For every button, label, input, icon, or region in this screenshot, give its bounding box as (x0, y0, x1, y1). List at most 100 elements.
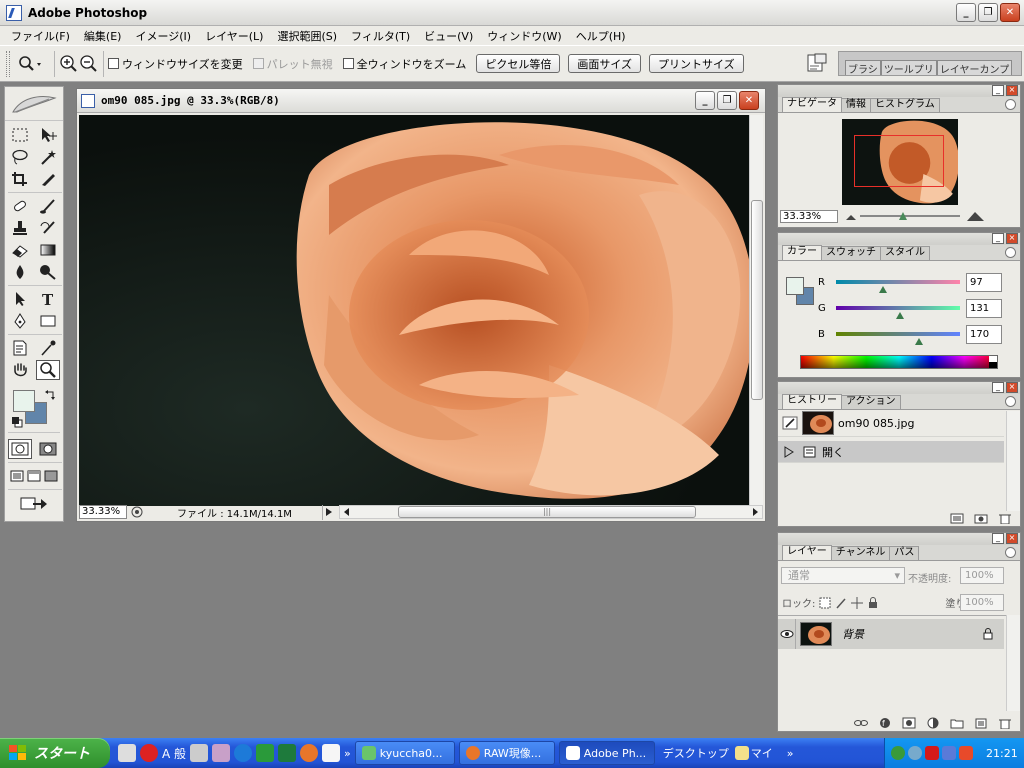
tab-color[interactable]: カラー (782, 245, 822, 260)
healing-brush-tool-icon[interactable] (8, 196, 32, 216)
internet-explorer-icon[interactable] (234, 744, 253, 762)
taskbar-button-photoshop[interactable]: Adobe Ph... (558, 741, 655, 765)
full-screen-mode-icon[interactable] (44, 470, 58, 482)
history-brush-source-icon[interactable] (782, 416, 798, 430)
palette-minimize-button[interactable]: _ (992, 533, 1004, 544)
layer-visibility-eye-icon[interactable] (778, 619, 796, 649)
new-layer-group-icon[interactable] (950, 717, 964, 729)
menu-view[interactable]: ビュー(V) (417, 28, 480, 44)
ime-icon[interactable] (140, 744, 158, 762)
tab-actions[interactable]: アクション (841, 395, 901, 409)
default-colors-icon[interactable] (11, 416, 23, 428)
palette-menu-icon[interactable] (1005, 396, 1016, 407)
navigator-zoom-slider[interactable] (860, 210, 960, 222)
keyboard-icon[interactable] (118, 744, 136, 762)
ime-pad-icon[interactable] (212, 744, 231, 762)
red-value-field[interactable]: 97 (966, 273, 1002, 292)
well-tab-layer-comps[interactable]: レイヤーカンプ (936, 60, 1013, 76)
resize-windows-checkbox[interactable]: ウィンドウサイズを変更 (108, 56, 243, 72)
blue-slider-knob[interactable] (914, 338, 923, 345)
document-zoom-field[interactable]: 33.33% (79, 505, 127, 519)
navigator-thumbnail[interactable] (842, 119, 958, 205)
document-maximize-button[interactable]: ❐ (717, 91, 737, 110)
link-layers-icon[interactable] (854, 717, 868, 729)
notepad-icon[interactable] (322, 744, 341, 762)
ime-mode-indicator[interactable]: A 般 (162, 745, 186, 762)
palette-header[interactable]: _ × (778, 233, 1020, 245)
zoom-in-mountain-icon[interactable] (966, 210, 986, 222)
checkbox-box[interactable] (108, 58, 119, 69)
layer-style-icon[interactable]: f (878, 717, 892, 729)
lock-image-icon[interactable] (835, 597, 847, 609)
blend-mode-select[interactable]: 通常 ▾ (781, 567, 905, 584)
options-grip[interactable] (6, 50, 10, 77)
palette-menu-icon[interactable] (1005, 547, 1016, 558)
tab-channels[interactable]: チャンネル (830, 546, 891, 560)
red-slider-knob[interactable] (879, 286, 888, 293)
new-layer-icon[interactable] (974, 717, 988, 729)
document-title-bar[interactable]: om90 085.jpg @ 33.3%(RGB/8) _ ❐ ✕ (77, 89, 765, 113)
rectangle-tool-icon[interactable] (36, 311, 60, 331)
palette-minimize-button[interactable]: _ (992, 233, 1004, 244)
gradient-tool-icon[interactable] (36, 240, 60, 260)
fit-on-screen-button[interactable]: 画面サイズ (568, 54, 642, 73)
palette-close-button[interactable]: × (1006, 382, 1018, 393)
green-slider-knob[interactable] (895, 312, 904, 319)
marquee-tool-icon[interactable] (8, 125, 32, 145)
restore-button[interactable]: ❐ (978, 3, 998, 22)
blur-tool-icon[interactable] (8, 262, 32, 282)
menu-file[interactable]: ファイル(F) (4, 28, 77, 44)
scroll-right-icon[interactable] (749, 506, 761, 518)
blue-slider[interactable] (836, 332, 960, 345)
palette-minimize-button[interactable]: _ (992, 382, 1004, 393)
quick-launch-more-icon[interactable]: » (344, 747, 351, 760)
tab-history[interactable]: ヒストリー (782, 394, 842, 409)
close-button[interactable]: ✕ (1000, 3, 1020, 22)
palette-header[interactable]: _ × (778, 533, 1020, 545)
tab-histogram[interactable]: ヒストグラム (870, 98, 940, 112)
green-value-field[interactable]: 131 (966, 299, 1002, 318)
vertical-scroll-thumb[interactable] (751, 200, 763, 400)
mcafee-icon[interactable] (925, 746, 939, 760)
delete-state-icon[interactable] (998, 512, 1012, 524)
new-document-from-state-icon[interactable] (950, 512, 964, 524)
menu-layer[interactable]: レイヤー(L) (198, 28, 270, 44)
dodge-tool-icon[interactable] (36, 262, 60, 282)
history-scrollbar[interactable] (1006, 411, 1020, 511)
feather-logo-icon[interactable] (5, 87, 63, 121)
tab-swatches[interactable]: スウォッチ (821, 246, 881, 260)
move-tool-icon[interactable] (36, 125, 60, 145)
palette-minimize-button[interactable]: _ (992, 85, 1004, 96)
well-tab-tool-presets[interactable]: ツールプリ (880, 60, 937, 76)
blue-value-field[interactable]: 170 (966, 325, 1002, 344)
pen-tool-icon[interactable] (8, 311, 32, 331)
network-icon[interactable] (908, 746, 922, 760)
zoom-in-icon[interactable] (59, 54, 79, 74)
menu-edit[interactable]: 編集(E) (77, 28, 129, 44)
firefox-icon[interactable] (300, 744, 319, 762)
document-minimize-button[interactable]: _ (695, 91, 715, 110)
menu-window[interactable]: ウィンドウ(W) (480, 28, 568, 44)
lock-position-icon[interactable] (851, 596, 864, 609)
history-brush-tool-icon[interactable] (36, 218, 60, 238)
tab-layers[interactable]: レイヤー (782, 545, 832, 560)
hand-tool-icon[interactable] (8, 360, 32, 380)
toolbar-more-icon[interactable]: » (787, 747, 794, 760)
eraser-tool-icon[interactable] (8, 240, 32, 260)
horizontal-scrollbar[interactable]: ||| (339, 505, 763, 519)
standard-screen-mode-icon[interactable] (10, 470, 24, 482)
taskbar-button-raw[interactable]: RAW現像... (458, 741, 555, 765)
checkbox-box[interactable] (342, 58, 354, 69)
app-launch-icon[interactable] (256, 744, 275, 762)
desktop-toolbar[interactable]: デスクトップ (663, 745, 729, 761)
status-info-icon[interactable] (129, 505, 145, 519)
eyedropper-tool-icon[interactable] (36, 338, 60, 358)
full-screen-menu-mode-icon[interactable] (27, 470, 41, 482)
notes-tool-icon[interactable] (8, 338, 32, 358)
actual-pixels-button[interactable]: ピクセル等倍 (476, 54, 561, 73)
history-step-row[interactable]: 開く (778, 441, 1004, 463)
tab-info[interactable]: 情報 (841, 98, 871, 112)
magic-wand-tool-icon[interactable] (36, 147, 60, 167)
path-selection-tool-icon[interactable] (8, 289, 32, 309)
slice-tool-icon[interactable] (36, 169, 60, 189)
